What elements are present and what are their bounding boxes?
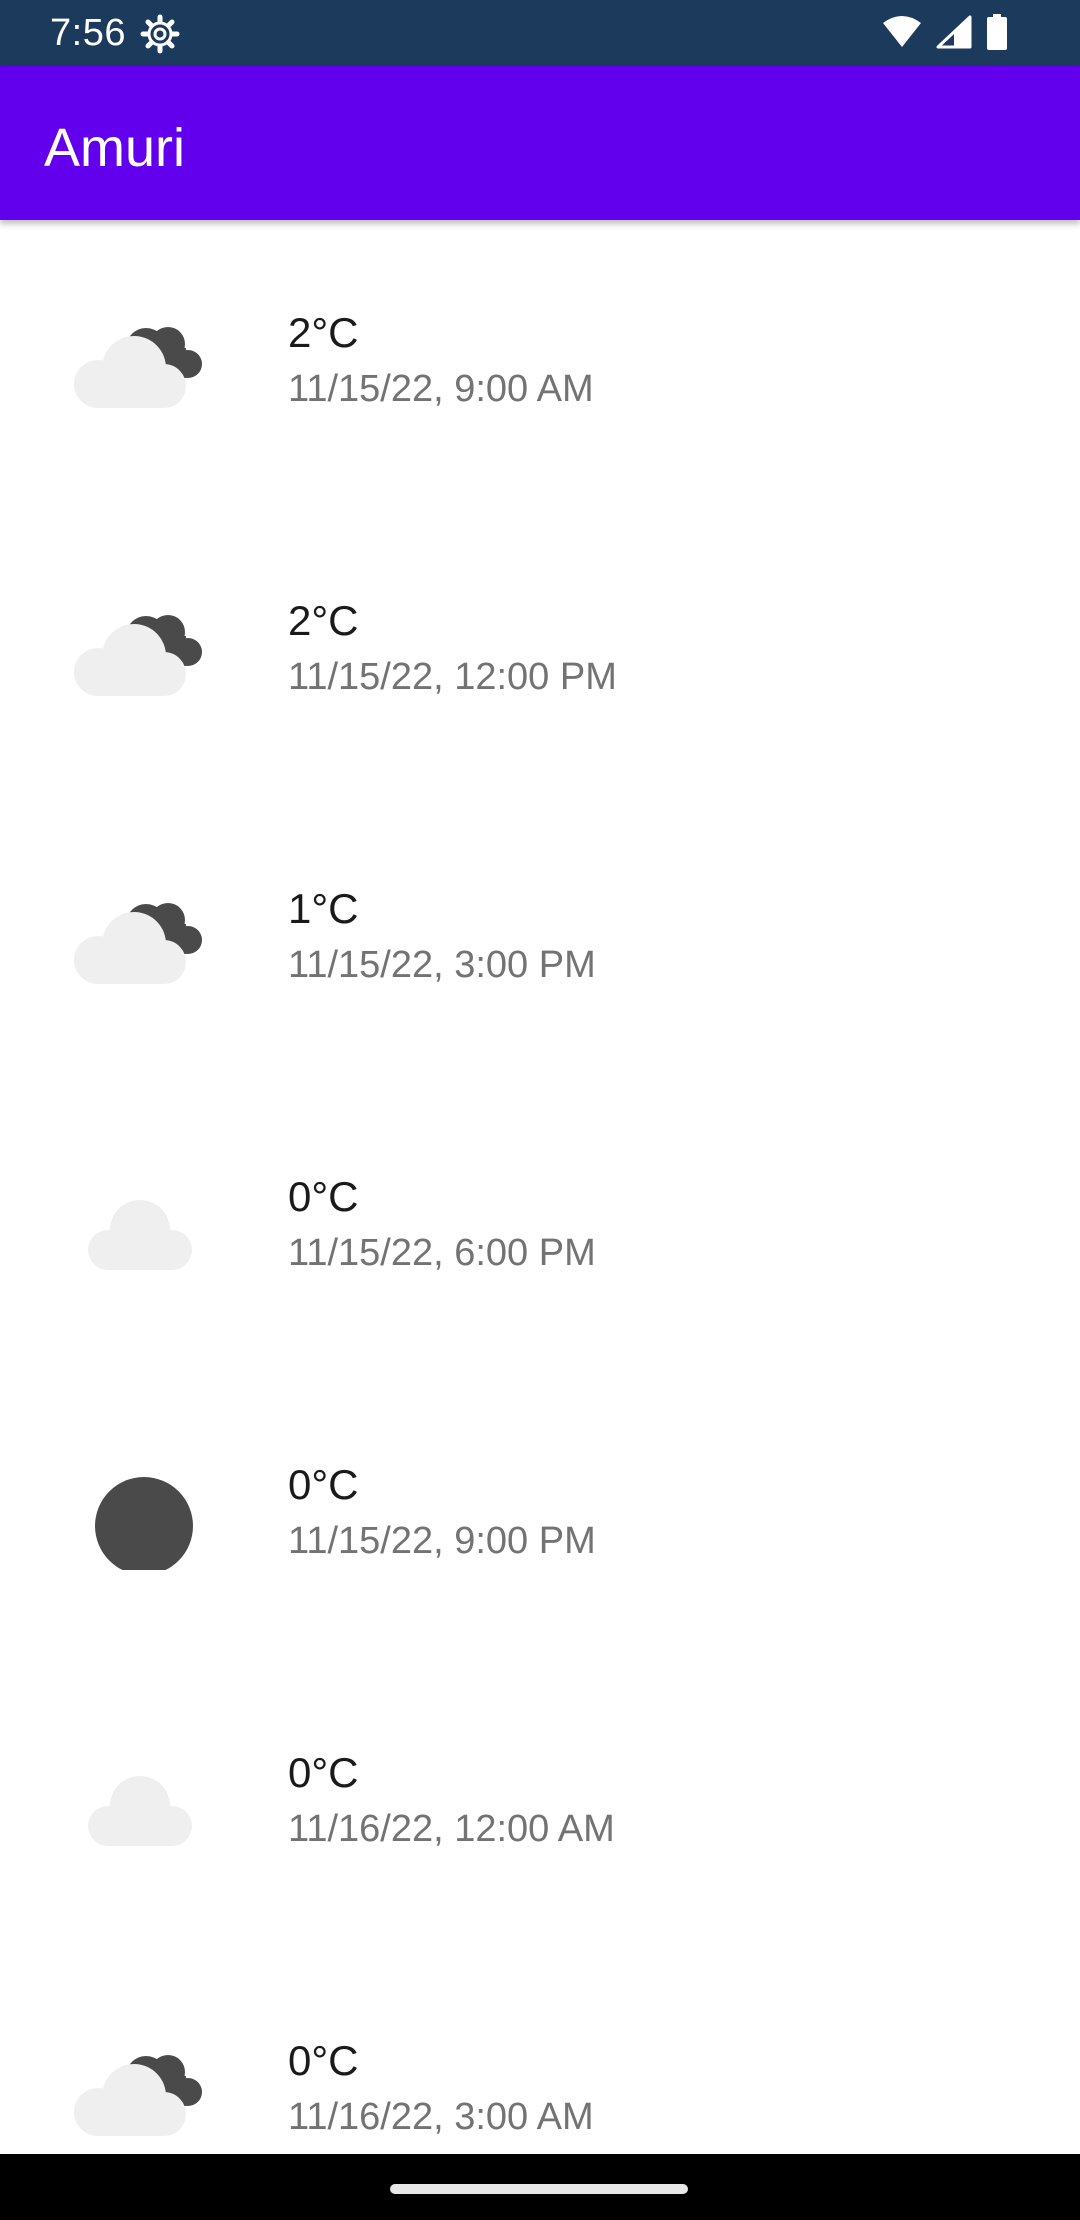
forecast-datetime: 11/16/22, 12:00 AM	[288, 1808, 615, 1850]
forecast-list-item[interactable]: 0°C 11/15/22, 6:00 PM	[0, 1084, 1080, 1372]
temperature: 0°C	[288, 1749, 359, 1796]
temperature: 1°C	[288, 885, 359, 932]
app-title: Amuri	[44, 118, 186, 178]
partly-cloudy-night-icon	[68, 2036, 224, 2146]
forecast-list-item[interactable]: 2°C 11/15/22, 9:00 AM	[0, 220, 1080, 508]
battery-icon	[986, 13, 1008, 55]
temperature: 0°C	[288, 2037, 359, 2084]
forecast-list[interactable]: 2°C 11/15/22, 9:00 AM 2°C 11/15/22, 12:0…	[0, 220, 1080, 2154]
forecast-datetime: 11/15/22, 9:00 PM	[288, 1520, 596, 1562]
temperature: 2°C	[288, 309, 359, 356]
forecast-datetime: 11/15/22, 3:00 PM	[288, 944, 596, 986]
forecast-list-item[interactable]: 1°C 11/15/22, 3:00 PM	[0, 796, 1080, 1084]
forecast-datetime: 11/15/22, 6:00 PM	[288, 1232, 596, 1274]
wifi-icon	[882, 15, 922, 54]
status-time: 7:56	[50, 12, 126, 54]
forecast-list-item[interactable]: 0°C 11/15/22, 9:00 PM	[0, 1372, 1080, 1660]
forecast-datetime: 11/15/22, 9:00 AM	[288, 368, 594, 410]
partly-cloudy-night-icon	[68, 884, 224, 994]
navigation-bar	[0, 2154, 1080, 2220]
temperature: 0°C	[288, 1173, 359, 1220]
partly-cloudy-night-icon	[68, 596, 224, 706]
status-bar: 7:56	[0, 0, 1080, 66]
home-gesture-handle[interactable]	[390, 2184, 688, 2194]
forecast-list-item[interactable]: 2°C 11/15/22, 12:00 PM	[0, 508, 1080, 796]
status-icons	[882, 13, 1008, 55]
cloud-icon	[68, 1748, 224, 1858]
temperature: 2°C	[288, 597, 359, 644]
app-bar: Amuri	[0, 66, 1080, 220]
clear-night-moon-icon	[68, 1460, 224, 1575]
temperature: 0°C	[288, 1461, 359, 1508]
forecast-datetime: 11/15/22, 12:00 PM	[288, 656, 617, 698]
cellular-signal-icon	[936, 15, 972, 54]
forecast-datetime: 11/16/22, 3:00 AM	[288, 2096, 594, 2138]
settings-gear-icon	[140, 14, 180, 54]
cloud-icon	[68, 1172, 224, 1282]
forecast-list-item[interactable]: 0°C 11/16/22, 3:00 AM	[0, 1948, 1080, 2154]
forecast-list-item[interactable]: 0°C 11/16/22, 12:00 AM	[0, 1660, 1080, 1948]
partly-cloudy-night-icon	[68, 308, 224, 418]
